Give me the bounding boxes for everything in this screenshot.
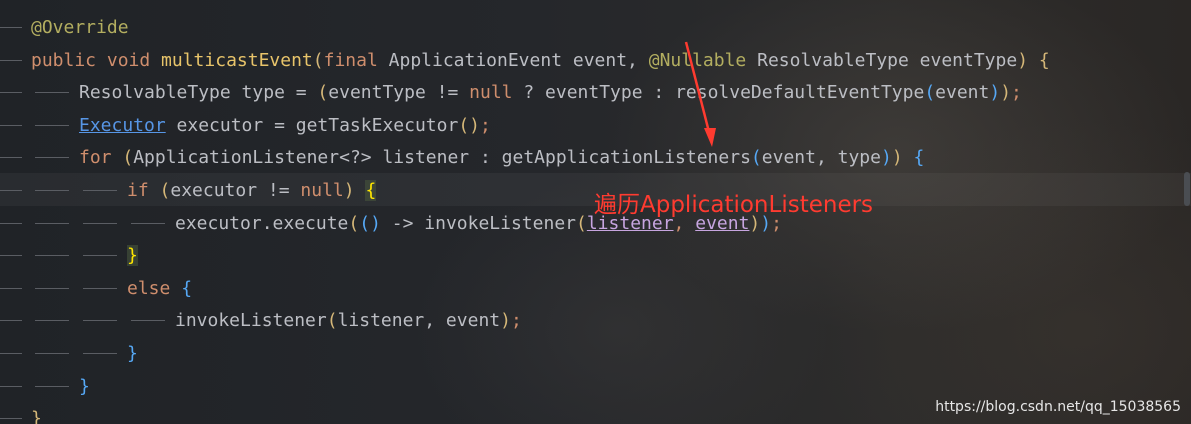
annotation-label: 遍历ApplicationListeners	[594, 192, 874, 218]
watermark-url: https://blog.csdn.net/qq_15038565	[935, 399, 1181, 415]
vertical-scrollbar[interactable]	[1181, 0, 1191, 424]
code-editor[interactable]: @Override public void multicastEvent(fina…	[0, 0, 1191, 424]
scrollbar-thumb[interactable]	[1184, 172, 1190, 206]
